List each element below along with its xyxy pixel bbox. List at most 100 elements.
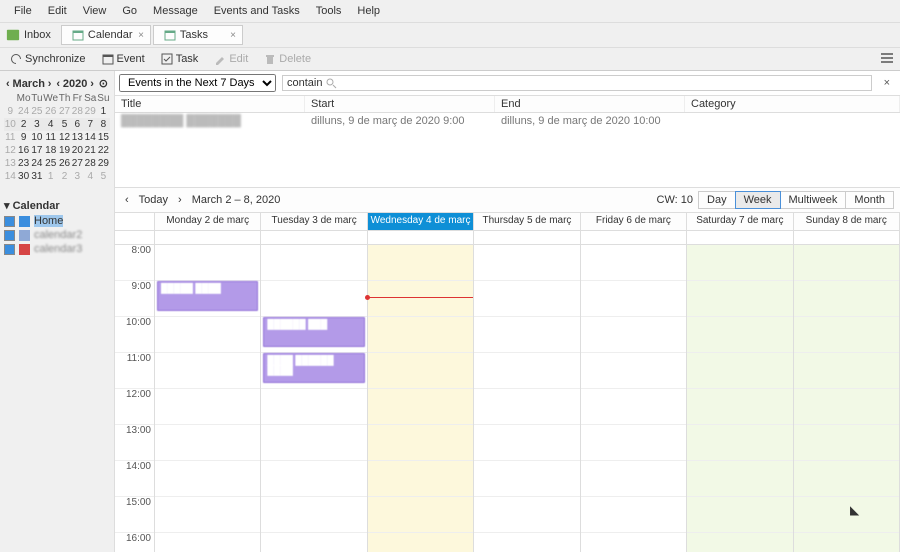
day-column[interactable]: Wednesday 4 de març (368, 213, 474, 552)
allday-row[interactable] (581, 231, 686, 245)
col-category[interactable]: Category (685, 96, 900, 112)
menu-help[interactable]: Help (349, 3, 388, 19)
hour-label: 12:00 (115, 389, 154, 425)
checkbox-icon[interactable] (4, 216, 15, 227)
hour-label: 10:00 (115, 317, 154, 353)
week-nav-bar: ‹ Today › March 2 – 8, 2020 CW: 10 DayWe… (115, 187, 900, 213)
filter-bar: Events in the Next 7 Days contain × (115, 71, 900, 96)
calendar-item[interactable]: calendar3 (4, 242, 110, 256)
close-icon[interactable]: × (138, 30, 144, 41)
calendars-header[interactable]: ▾ Calendar (4, 197, 110, 214)
next-month-button[interactable]: › (46, 78, 54, 90)
allday-row[interactable] (261, 231, 366, 245)
close-icon[interactable]: × (230, 30, 236, 41)
year-label[interactable]: 2020 (63, 78, 87, 90)
day-column[interactable]: Saturday 7 de març (687, 213, 793, 552)
search-box[interactable]: contain (282, 75, 872, 91)
event-list-row[interactable]: ████████ ███████ dilluns, 9 de març de 2… (115, 113, 900, 129)
sidebar: ‹ March › ‹ 2020 › ⊙ MoTuWeThFrSaSu92425… (0, 71, 115, 552)
calendar-event[interactable]: ████ ██████ ████ (263, 353, 364, 383)
pencil-icon (214, 53, 226, 65)
hour-label: 15:00 (115, 497, 154, 533)
menu-events-and-tasks[interactable]: Events and Tasks (206, 3, 308, 19)
hamburger-icon (880, 52, 894, 64)
app-icon (6, 28, 20, 42)
task-button[interactable]: Task (157, 51, 203, 67)
search-label: contain (287, 77, 322, 89)
menu-button[interactable] (880, 52, 894, 67)
toolbar: Synchronize Event Task Edit Delete (0, 48, 900, 71)
col-title[interactable]: Title (115, 96, 305, 112)
week-grid[interactable]: 8:009:0010:0011:0012:0013:0014:0015:0016… (115, 213, 900, 552)
view-day[interactable]: Day (698, 191, 736, 209)
calendar-event[interactable]: ██████ ███ (263, 317, 364, 347)
time-column: 8:009:0010:0011:0012:0013:0014:0015:0016… (115, 213, 155, 552)
hour-label: 16:00 (115, 533, 154, 552)
delete-button: Delete (260, 51, 315, 67)
calendar-item[interactable]: Home (4, 214, 110, 228)
month-label[interactable]: March (13, 78, 45, 90)
day-column[interactable]: Tuesday 3 de març ██████ ███ ████ ██████ █… (261, 213, 367, 552)
clear-search-button[interactable]: × (878, 77, 896, 89)
allday-row[interactable] (687, 231, 792, 245)
view-multiweek[interactable]: Multiweek (780, 191, 847, 209)
checkbox-icon[interactable] (4, 230, 15, 241)
day-header[interactable]: Tuesday 3 de març (261, 213, 366, 231)
day-column[interactable]: Sunday 8 de març (794, 213, 900, 552)
menu-file[interactable]: File (6, 3, 40, 19)
menu-go[interactable]: Go (114, 3, 145, 19)
menu-bar: FileEditViewGoMessageEvents and TasksToo… (0, 0, 900, 23)
col-start[interactable]: Start (305, 96, 495, 112)
next-year-button[interactable]: › (88, 78, 96, 90)
menu-message[interactable]: Message (145, 3, 206, 19)
day-header[interactable]: Sunday 8 de març (794, 213, 899, 231)
hour-label: 9:00 (115, 281, 154, 317)
allday-row[interactable] (155, 231, 260, 245)
day-header[interactable]: Thursday 5 de març (474, 213, 579, 231)
tab-calendar[interactable]: Calendar× (61, 25, 151, 45)
view-month[interactable]: Month (845, 191, 894, 209)
day-header[interactable]: Saturday 7 de març (687, 213, 792, 231)
prev-year-button[interactable]: ‹ (54, 78, 62, 90)
color-swatch (19, 216, 30, 227)
search-input[interactable] (341, 77, 866, 89)
menu-view[interactable]: View (75, 3, 115, 19)
day-header[interactable]: Monday 2 de març (155, 213, 260, 231)
today-button[interactable]: Today (139, 194, 168, 206)
week-range-label: March 2 – 8, 2020 (192, 194, 281, 206)
hour-label: 8:00 (115, 245, 154, 281)
today-jump-button[interactable]: ⊙ (97, 77, 110, 90)
day-column[interactable]: Monday 2 de març █████ ████ (155, 213, 261, 552)
trash-icon (264, 53, 276, 65)
day-column[interactable]: Friday 6 de març (581, 213, 687, 552)
allday-row[interactable] (474, 231, 579, 245)
event-list-header: Title Start End Category (115, 96, 900, 113)
col-end[interactable]: End (495, 96, 685, 112)
view-week[interactable]: Week (735, 191, 781, 209)
calendar-event[interactable]: █████ ████ (157, 281, 258, 311)
tab-tasks[interactable]: Tasks× (153, 25, 243, 45)
prev-month-button[interactable]: ‹ (4, 78, 12, 90)
sync-button[interactable]: Synchronize (6, 51, 90, 67)
view-switcher: DayWeekMultiweekMonth (699, 191, 894, 209)
allday-row[interactable] (794, 231, 899, 245)
sync-icon (10, 53, 22, 65)
mini-calendar[interactable]: MoTuWeThFrSaSu92425262728291102345678119… (4, 92, 110, 183)
calendar-item[interactable]: calendar2 (4, 228, 110, 242)
menu-tools[interactable]: Tools (308, 3, 350, 19)
menu-edit[interactable]: Edit (40, 3, 75, 19)
content: Events in the Next 7 Days contain × Titl… (115, 71, 900, 552)
day-column[interactable]: Thursday 5 de març (474, 213, 580, 552)
day-header[interactable]: Friday 6 de març (581, 213, 686, 231)
day-header[interactable]: Wednesday 4 de març (368, 213, 473, 231)
inbox-label[interactable]: Inbox (24, 29, 51, 41)
hour-label: 14:00 (115, 461, 154, 497)
prev-week-button[interactable]: ‹ (121, 194, 133, 206)
allday-row[interactable] (368, 231, 473, 245)
next-week-button[interactable]: › (174, 194, 186, 206)
checkbox-icon[interactable] (4, 244, 15, 255)
hour-label: 13:00 (115, 425, 154, 461)
range-select[interactable]: Events in the Next 7 Days (119, 74, 276, 92)
event-button[interactable]: Event (98, 51, 149, 67)
now-indicator (368, 297, 473, 298)
